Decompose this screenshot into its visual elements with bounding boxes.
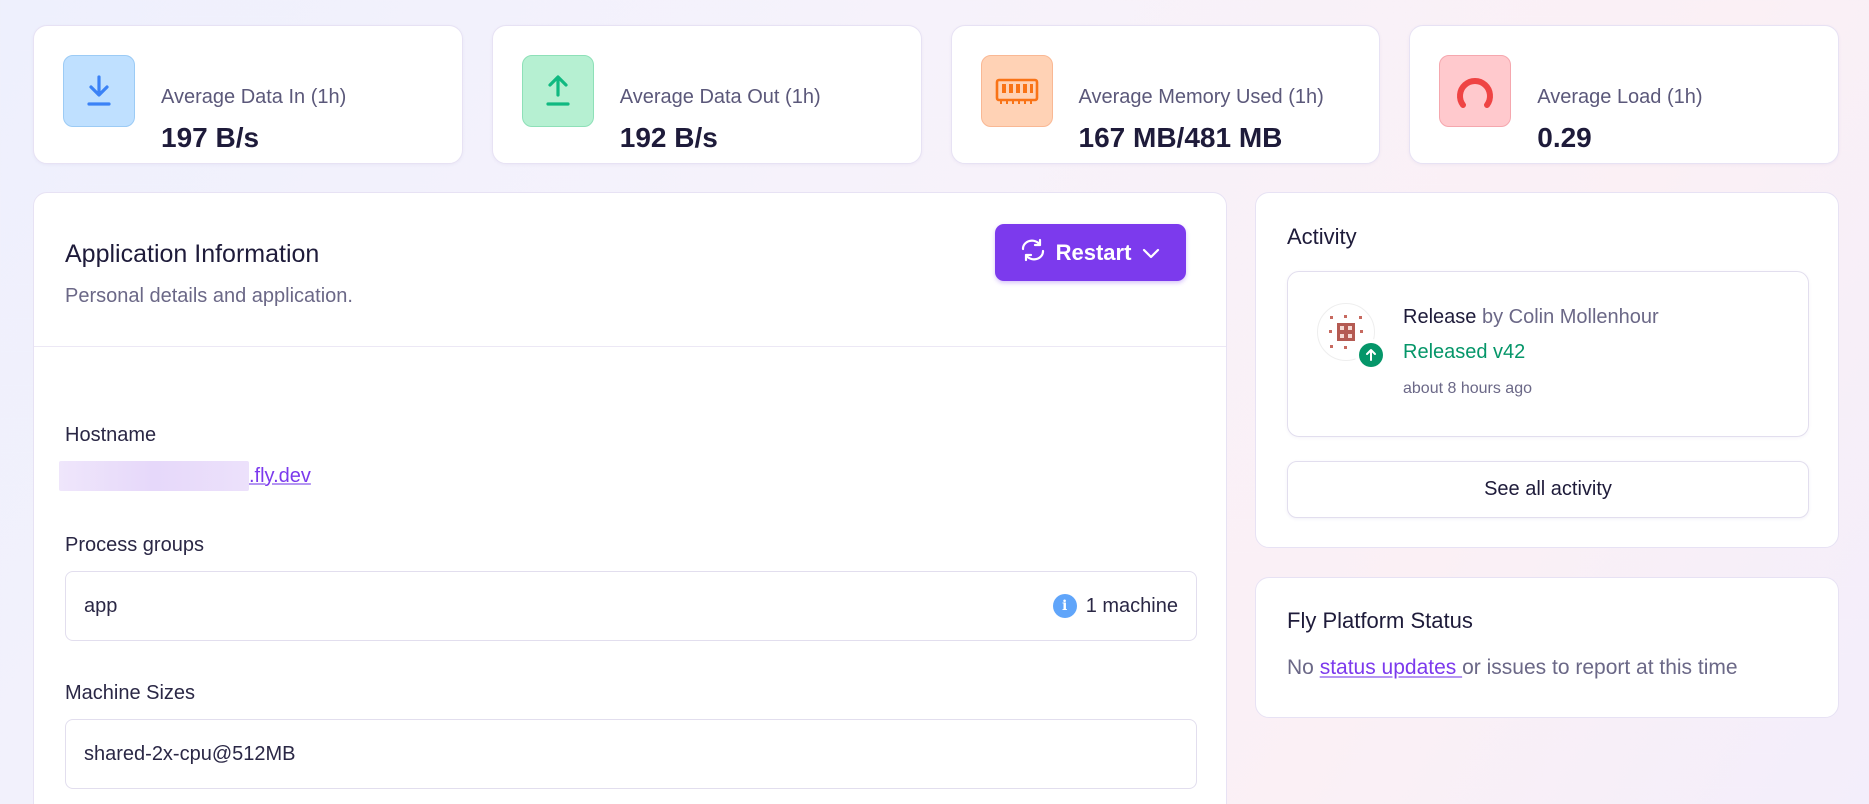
stat-label: Average Data Out (1h) bbox=[619, 86, 821, 108]
gauge-icon bbox=[1439, 55, 1512, 127]
page-title: Application Information bbox=[65, 240, 320, 268]
process-group-name: app bbox=[84, 594, 118, 617]
info-icon: i bbox=[1052, 594, 1077, 618]
stat-card-data-in: Average Data In (1h) 197 B/s bbox=[33, 25, 463, 164]
machine-count[interactable]: i 1 machine bbox=[1052, 594, 1178, 618]
release-time: about 8 hours ago bbox=[1403, 380, 1532, 397]
stats-row: Average Data In (1h) 197 B/s Average Dat… bbox=[33, 25, 1839, 164]
application-info-card: Application Information Personal details… bbox=[33, 192, 1227, 804]
see-all-activity-button[interactable]: See all activity bbox=[1287, 461, 1809, 518]
restart-button[interactable]: Restart bbox=[995, 224, 1186, 281]
stat-value: 192 B/s bbox=[619, 122, 718, 153]
release-author: by Colin Mollenhour bbox=[1481, 306, 1659, 328]
download-icon bbox=[63, 55, 135, 127]
status-message: No status updates or issues to report at… bbox=[1287, 656, 1738, 680]
release-heading: Release by Colin Mollenhour bbox=[1403, 306, 1659, 329]
app-card-header: Application Information Personal details… bbox=[34, 193, 1226, 347]
stat-card-memory: Average Memory Used (1h) 167 MB/481 MB bbox=[950, 25, 1381, 164]
arrow-up-icon bbox=[1359, 343, 1383, 367]
restart-label: Restart bbox=[1055, 239, 1132, 265]
stat-value: 197 B/s bbox=[161, 122, 260, 153]
release-badge bbox=[1355, 339, 1387, 371]
process-group-row: app i 1 machine bbox=[65, 571, 1197, 641]
release-version: Released v42 bbox=[1403, 341, 1526, 363]
machine-count-text: 1 machine bbox=[1085, 594, 1178, 617]
status-updates-link[interactable]: status updates bbox=[1320, 656, 1462, 679]
machine-sizes-label: Machine Sizes bbox=[65, 682, 196, 704]
stat-value: 167 MB/481 MB bbox=[1078, 122, 1283, 153]
hostname-value: .fly.dev bbox=[59, 461, 311, 491]
stat-card-data-out: Average Data Out (1h) 192 B/s bbox=[491, 25, 922, 164]
stat-card-load: Average Load (1h) 0.29 bbox=[1409, 25, 1839, 164]
upload-icon bbox=[521, 55, 594, 127]
stat-label: Average Memory Used (1h) bbox=[1078, 86, 1324, 108]
activity-title: Activity bbox=[1287, 224, 1357, 249]
stat-value: 0.29 bbox=[1537, 122, 1592, 153]
hostname-link[interactable]: .fly.dev bbox=[249, 465, 311, 488]
memory-icon bbox=[980, 55, 1053, 127]
redacted-hostname bbox=[59, 461, 249, 491]
stat-label: Average Data In (1h) bbox=[161, 86, 347, 108]
activity-card: Activity Release by Colin Mollenhour Rel… bbox=[1255, 192, 1839, 548]
release-type: Release bbox=[1403, 306, 1477, 328]
status-text-before: No bbox=[1287, 656, 1320, 679]
machine-size-value: shared-2x-cpu@512MB bbox=[84, 742, 296, 765]
machine-size-row: shared-2x-cpu@512MB bbox=[65, 719, 1197, 789]
process-groups-label: Process groups bbox=[65, 534, 204, 556]
status-text-after: or issues to report at this time bbox=[1462, 656, 1738, 679]
hostname-label: Hostname bbox=[65, 424, 157, 446]
status-title: Fly Platform Status bbox=[1287, 608, 1473, 633]
chevron-down-icon bbox=[1141, 240, 1161, 266]
activity-release-item[interactable]: Release by Colin Mollenhour Released v42… bbox=[1287, 271, 1809, 437]
page-subtitle: Personal details and application. bbox=[65, 285, 353, 307]
platform-status-card: Fly Platform Status No status updates or… bbox=[1255, 577, 1839, 718]
stat-label: Average Load (1h) bbox=[1537, 86, 1703, 108]
refresh-icon bbox=[1020, 238, 1046, 268]
